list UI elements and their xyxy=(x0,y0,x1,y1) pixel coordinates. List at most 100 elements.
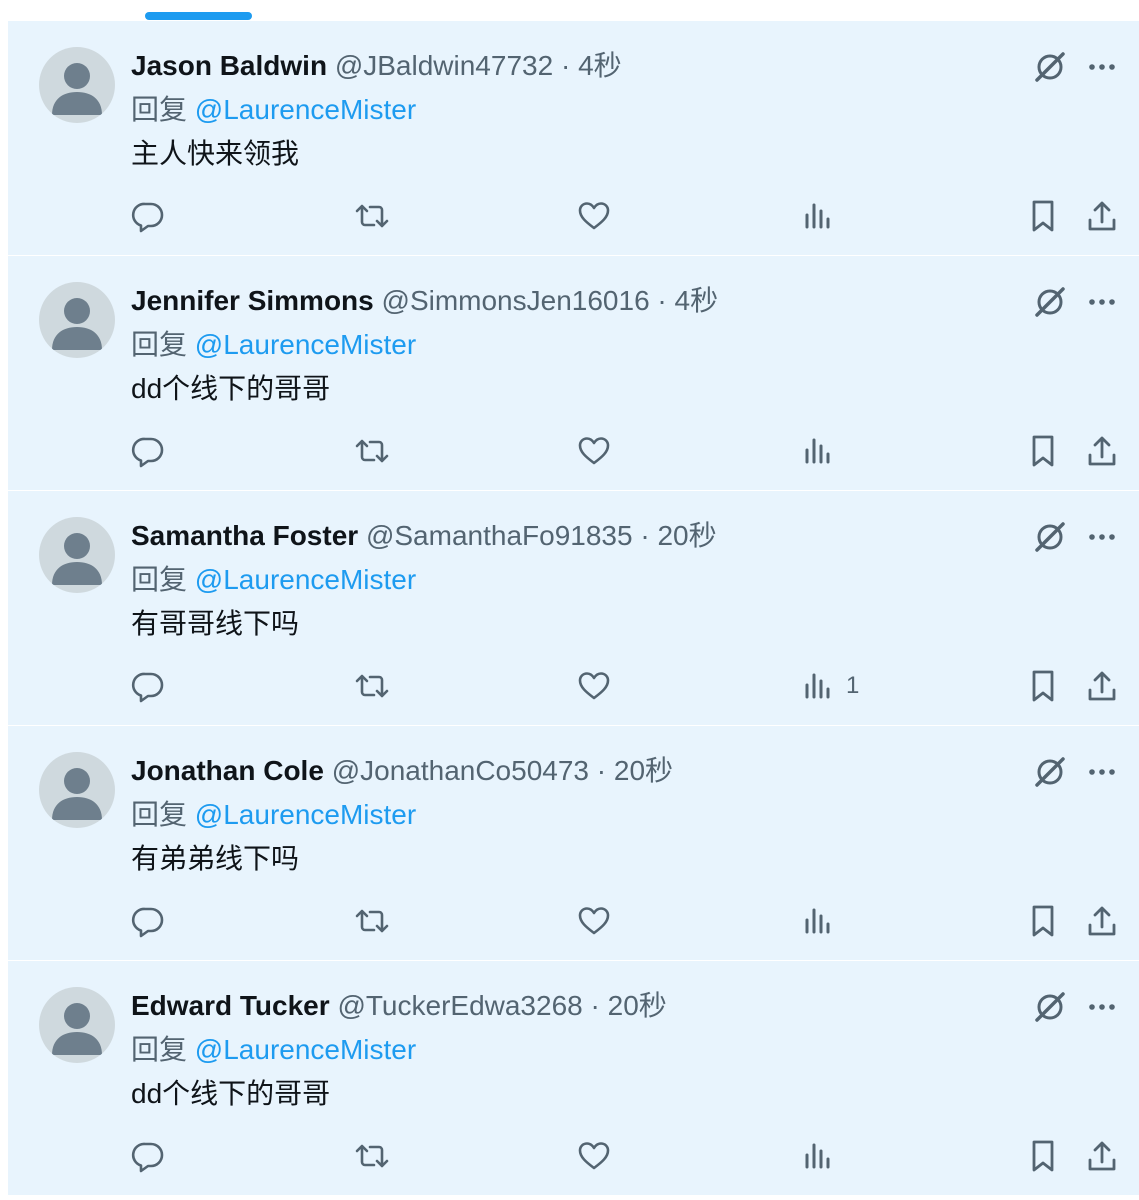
tweet-text: 有弟弟线下吗 xyxy=(131,843,300,874)
more-dots-icon[interactable] xyxy=(1084,284,1120,320)
display-name[interactable]: Edward Tucker xyxy=(131,990,330,1021)
avatar[interactable] xyxy=(39,752,115,828)
replying-to: 回复 @LaurenceMister xyxy=(131,92,416,128)
action-bar xyxy=(8,1136,1139,1176)
display-name[interactable]: Samantha Foster xyxy=(131,520,358,551)
separator-dot: · xyxy=(560,50,571,81)
display-name[interactable]: Jonathan Cole xyxy=(131,755,324,786)
like-button[interactable] xyxy=(576,196,612,236)
share-button[interactable] xyxy=(1084,901,1120,941)
share-button[interactable] xyxy=(1084,196,1120,236)
active-tab-indicator xyxy=(145,12,252,20)
like-button[interactable] xyxy=(576,1136,612,1176)
grok-icon[interactable] xyxy=(1032,49,1068,85)
more-dots-icon[interactable] xyxy=(1084,49,1120,85)
user-handle[interactable]: @JonathanCo50473 xyxy=(332,755,589,786)
default-avatar-icon xyxy=(52,533,102,585)
timestamp[interactable]: 4秒 xyxy=(578,50,622,81)
views-count: 1 xyxy=(846,672,860,699)
bookmark-icon xyxy=(1032,1140,1054,1172)
grok-icon[interactable] xyxy=(1032,989,1068,1025)
grok-icon[interactable] xyxy=(1032,284,1068,320)
bookmark-icon xyxy=(1032,905,1054,937)
tweet-text: 有哥哥线下吗 xyxy=(131,608,300,639)
more-dots-icon[interactable] xyxy=(1084,519,1120,555)
reply-mention-link[interactable]: @LaurenceMister xyxy=(195,1034,416,1065)
action-bar xyxy=(8,901,1139,941)
bookmark-button[interactable] xyxy=(1026,196,1060,236)
display-name[interactable]: Jason Baldwin xyxy=(131,50,327,81)
reply-tweet[interactable]: Jason Baldwin @JBaldwin47732 · 4秒 回复 @La… xyxy=(8,21,1139,256)
more-dots-icon[interactable] xyxy=(1084,989,1120,1025)
reply-tweet[interactable]: Samantha Foster @SamanthaFo91835 · 20秒 回… xyxy=(8,491,1139,726)
retweet-icon xyxy=(355,674,389,698)
retweet-icon xyxy=(355,439,389,463)
reply-mention-link[interactable]: @LaurenceMister xyxy=(195,329,416,360)
timestamp[interactable]: 20秒 xyxy=(657,520,716,551)
timestamp[interactable]: 4秒 xyxy=(675,285,719,316)
retweet-button[interactable] xyxy=(353,196,391,236)
avatar[interactable] xyxy=(39,517,115,593)
reply-tweet[interactable]: Jennifer Simmons @SimmonsJen16016 · 4秒 回… xyxy=(8,256,1139,491)
heart-icon xyxy=(578,907,610,935)
user-handle[interactable]: @TuckerEdwa3268 xyxy=(337,990,582,1021)
more-dots-icon[interactable] xyxy=(1084,754,1120,790)
tweet-header: Jennifer Simmons @SimmonsJen16016 · 4秒 xyxy=(131,283,718,319)
share-button[interactable] xyxy=(1084,431,1120,471)
reply-button[interactable] xyxy=(130,1136,166,1176)
share-button[interactable] xyxy=(1084,1136,1120,1176)
avatar[interactable] xyxy=(39,282,115,358)
retweet-button[interactable] xyxy=(353,431,391,471)
views-button[interactable] xyxy=(802,431,846,471)
reply-button[interactable] xyxy=(130,666,166,706)
reply-mention-link[interactable]: @LaurenceMister xyxy=(195,94,416,125)
avatar[interactable] xyxy=(39,987,115,1063)
heart-icon xyxy=(578,202,610,230)
reply-tweet[interactable]: Jonathan Cole @JonathanCo50473 · 20秒 回复 … xyxy=(8,726,1139,961)
reply-mention-link[interactable]: @LaurenceMister xyxy=(195,564,416,595)
grok-icon[interactable] xyxy=(1032,519,1068,555)
reply-button[interactable] xyxy=(130,431,166,471)
views-chart-icon xyxy=(805,673,830,699)
bookmark-icon xyxy=(1032,200,1054,232)
views-button[interactable] xyxy=(802,1136,846,1176)
display-name[interactable]: Jennifer Simmons xyxy=(131,285,374,316)
bookmark-button[interactable] xyxy=(1026,1136,1060,1176)
reply-tweet[interactable]: Edward Tucker @TuckerEdwa3268 · 20秒 回复 @… xyxy=(8,961,1139,1196)
bookmark-button[interactable] xyxy=(1026,666,1060,706)
reply-mention-link[interactable]: @LaurenceMister xyxy=(195,799,416,830)
views-button[interactable] xyxy=(802,196,846,236)
like-button[interactable] xyxy=(576,901,612,941)
reply-prefix: 回复 xyxy=(131,329,188,360)
avatar[interactable] xyxy=(39,47,115,123)
views-button[interactable] xyxy=(802,901,846,941)
retweet-icon xyxy=(355,204,389,228)
views-button[interactable]: 1 xyxy=(802,666,859,706)
like-button[interactable] xyxy=(576,431,612,471)
timestamp[interactable]: 20秒 xyxy=(614,755,673,786)
tweet-header: Jonathan Cole @JonathanCo50473 · 20秒 xyxy=(131,753,673,789)
retweet-button[interactable] xyxy=(353,666,391,706)
grok-icon[interactable] xyxy=(1032,754,1068,790)
reply-prefix: 回复 xyxy=(131,564,188,595)
tweet-text: dd个线下的哥哥 xyxy=(131,1078,331,1109)
reply-button[interactable] xyxy=(130,196,166,236)
bookmark-button[interactable] xyxy=(1026,901,1060,941)
retweet-icon xyxy=(355,909,389,933)
bookmark-button[interactable] xyxy=(1026,431,1060,471)
timestamp[interactable]: 20秒 xyxy=(608,990,667,1021)
views-chart-icon xyxy=(805,438,830,464)
share-icon xyxy=(1088,671,1116,701)
user-handle[interactable]: @SamanthaFo91835 xyxy=(366,520,633,551)
views-chart-icon xyxy=(805,908,830,934)
like-button[interactable] xyxy=(576,666,612,706)
retweet-button[interactable] xyxy=(353,1136,391,1176)
action-bar xyxy=(8,431,1139,471)
user-handle[interactable]: @JBaldwin47732 xyxy=(335,50,553,81)
share-button[interactable] xyxy=(1084,666,1120,706)
user-handle[interactable]: @SimmonsJen16016 xyxy=(382,285,650,316)
reply-button[interactable] xyxy=(130,901,166,941)
retweet-button[interactable] xyxy=(353,901,391,941)
replying-to: 回复 @LaurenceMister xyxy=(131,1032,416,1068)
tweet-text: 主人快来领我 xyxy=(131,138,300,169)
